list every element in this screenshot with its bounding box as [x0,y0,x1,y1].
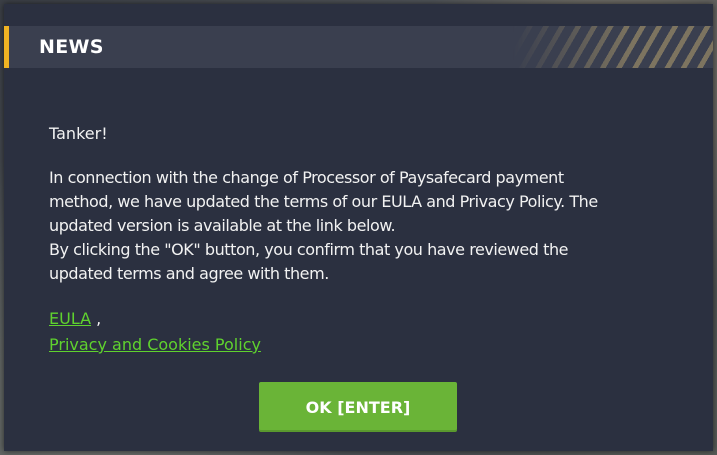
dialog-title: NEWS [39,36,104,58]
message-line: method, we have updated the terms of our… [49,192,598,211]
eula-link[interactable]: EULA [49,309,91,328]
privacy-link-row: Privacy and Cookies Policy [49,332,669,358]
eula-link-row: EULA , [49,306,669,332]
privacy-policy-link[interactable]: Privacy and Cookies Policy [49,335,261,354]
message-line: By clicking the "OK" button, you confirm… [49,240,569,259]
dialog-body: Tanker! In connection with the change of… [49,122,669,358]
news-dialog: NEWS Tanker! In connection with the chan… [4,4,713,451]
header-accent-bar [4,26,9,68]
policy-links: EULA , Privacy and Cookies Policy [49,306,669,358]
greeting-text: Tanker! [49,124,108,143]
message-line: updated terms and agree with them. [49,264,329,283]
message-line: In connection with the change of Process… [49,168,564,187]
dialog-header: NEWS [4,26,713,68]
header-stripes-decoration [513,26,713,68]
link-separator: , [91,309,102,328]
ok-button[interactable]: OK [ENTER] [259,382,457,432]
message-line: updated version is available at the link… [49,216,396,235]
message-paragraph: In connection with the change of Process… [49,166,669,286]
